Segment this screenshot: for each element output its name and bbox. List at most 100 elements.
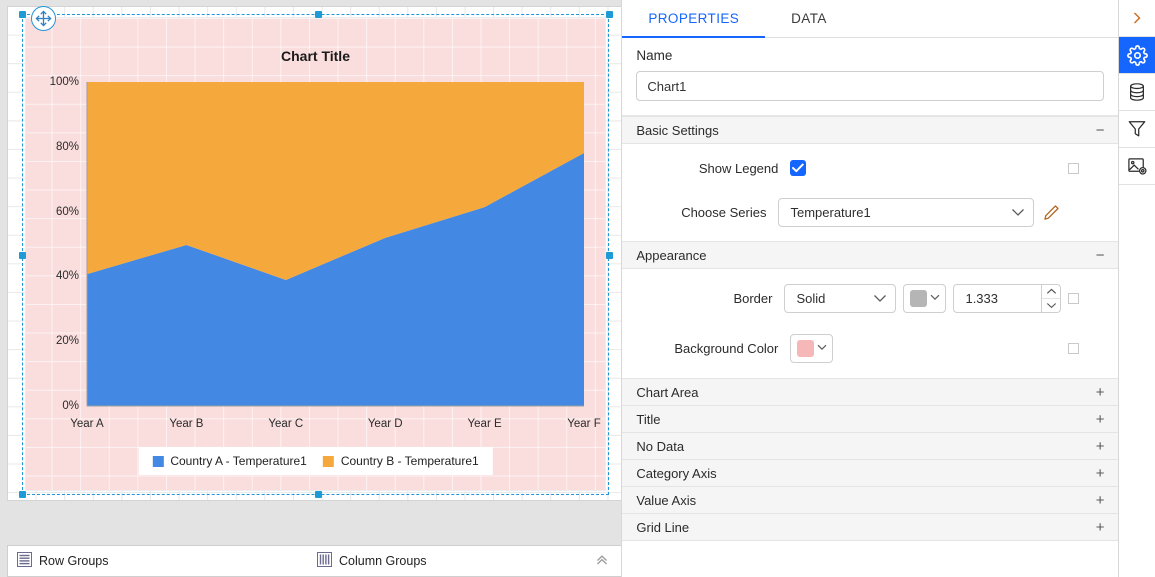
selection-handle-top-right[interactable] xyxy=(606,11,613,18)
rail-filters-button[interactable] xyxy=(1119,111,1155,148)
border-width-input[interactable] xyxy=(954,285,1042,312)
border-color-picker[interactable] xyxy=(903,284,947,313)
check-icon xyxy=(792,163,805,173)
expand-icon[interactable]: + xyxy=(1096,520,1105,535)
chevron-down-icon xyxy=(1011,205,1025,220)
row-groups-panel[interactable]: Row Groups xyxy=(17,552,317,570)
background-color-picker[interactable] xyxy=(790,334,834,363)
border-label: Border xyxy=(733,291,773,306)
section-title: Value Axis xyxy=(636,492,697,508)
section-appearance-title: Appearance xyxy=(636,247,707,263)
border-width-decrement[interactable] xyxy=(1042,299,1060,312)
section-category-axis-header[interactable]: Category Axis + xyxy=(622,460,1119,487)
rail-image-settings-button[interactable] xyxy=(1119,148,1155,185)
background-color-row: Background Color xyxy=(622,334,1104,363)
selection-handle-top-center[interactable] xyxy=(315,11,322,18)
show-legend-expression-toggle[interactable] xyxy=(1067,162,1079,174)
value-axis-tick-label: 60% xyxy=(55,205,79,218)
rail-data-sources-button[interactable] xyxy=(1119,74,1155,111)
section-value-axis-header[interactable]: Value Axis + xyxy=(622,487,1119,514)
section-appearance-header[interactable]: Appearance − xyxy=(622,241,1119,269)
name-label: Name xyxy=(636,48,673,63)
category-axis-tick-label: Year C xyxy=(268,418,304,430)
show-legend-label: Show Legend xyxy=(698,160,779,176)
expand-icon[interactable]: + xyxy=(1096,493,1105,508)
selection-handle-bottom-left[interactable] xyxy=(19,491,26,498)
chevron-down-icon xyxy=(873,291,887,306)
legend-swatch xyxy=(322,455,334,467)
groups-bar: Row Groups Column Groups xyxy=(7,545,622,577)
selection-handle-middle-left[interactable] xyxy=(19,252,26,259)
section-title: Title xyxy=(636,411,661,427)
border-row: Border Solid xyxy=(622,284,1104,313)
move-handle-icon[interactable] xyxy=(31,6,56,31)
column-groups-panel[interactable]: Column Groups xyxy=(317,552,595,570)
funnel-icon xyxy=(1128,121,1146,137)
expand-icon[interactable]: + xyxy=(1096,385,1105,400)
report-designer: Chart Title 0% 20% 40% 60% 80% 100% Year A Year… xyxy=(0,0,1155,577)
chevron-right-icon xyxy=(1134,12,1141,24)
collapse-icon[interactable]: − xyxy=(1096,123,1105,138)
expand-icon[interactable]: + xyxy=(1096,466,1105,481)
section-no-data-header[interactable]: No Data + xyxy=(622,433,1119,460)
selection-handle-bottom-center[interactable] xyxy=(315,491,322,498)
panel-tabs: PROPERTIES DATA xyxy=(622,0,1119,38)
name-input[interactable] xyxy=(636,71,1105,101)
pencil-icon xyxy=(1044,205,1060,220)
gear-icon xyxy=(1126,44,1148,66)
section-grid-line-header[interactable]: Grid Line + xyxy=(622,514,1119,541)
legend-swatch xyxy=(152,455,164,467)
chevron-double-up-icon[interactable] xyxy=(595,553,609,570)
category-axis-tick-label: Year E xyxy=(467,418,502,430)
edit-series-button[interactable] xyxy=(1041,204,1062,221)
legend-label: Country B - Temperature1 xyxy=(340,454,479,468)
expand-icon[interactable]: + xyxy=(1096,412,1105,427)
rail-settings-button[interactable] xyxy=(1119,37,1155,74)
border-width-stepper[interactable] xyxy=(953,284,1062,313)
choose-series-label: Choose Series xyxy=(681,205,767,220)
selection-handle-middle-right[interactable] xyxy=(606,252,613,259)
rows-icon xyxy=(17,552,32,570)
border-style-value: Solid xyxy=(796,291,826,306)
rail-empty-area xyxy=(1119,185,1155,577)
show-legend-row: Show Legend xyxy=(622,160,1104,176)
value-axis-tick-label: 80% xyxy=(55,140,79,153)
legend-entry[interactable]: Country B - Temperature1 xyxy=(322,454,479,468)
section-basic-settings-header[interactable]: Basic Settings − xyxy=(622,116,1119,144)
expand-icon[interactable]: + xyxy=(1096,439,1105,454)
chevron-down-icon xyxy=(930,293,940,304)
section-title-header[interactable]: Title + xyxy=(622,406,1119,433)
collapsed-sections: Chart Area + Title + No Data + Category Axis + V… xyxy=(622,378,1119,541)
value-axis-tick-label: 40% xyxy=(55,270,79,283)
rail-expand-button[interactable] xyxy=(1119,0,1155,37)
database-icon xyxy=(1130,83,1145,101)
tool-rail xyxy=(1118,0,1155,577)
border-width-increment[interactable] xyxy=(1042,285,1061,299)
selection-handle-top-left[interactable] xyxy=(19,11,26,18)
border-style-select[interactable]: Solid xyxy=(784,284,897,313)
legend-entry[interactable]: Country A - Temperature1 xyxy=(152,454,307,468)
section-title: Grid Line xyxy=(636,519,690,535)
section-chart-area-header[interactable]: Chart Area + xyxy=(622,379,1119,406)
chart-legend[interactable]: Country A - Temperature1 Country B - Temp… xyxy=(138,447,493,475)
design-surface[interactable]: Chart Title 0% 20% 40% 60% 80% 100% Year A Year… xyxy=(0,0,622,577)
collapse-icon[interactable]: − xyxy=(1096,248,1105,263)
legend-label: Country A - Temperature1 xyxy=(170,454,307,468)
chart-plot xyxy=(86,82,584,407)
section-basic-settings-title: Basic Settings xyxy=(636,122,719,138)
category-axis-tick-label: Year B xyxy=(169,418,204,430)
border-expression-toggle[interactable] xyxy=(1068,293,1080,304)
tab-properties[interactable]: PROPERTIES xyxy=(622,0,765,38)
chart-report-item[interactable]: Chart Title 0% 20% 40% 60% 80% 100% Year A Year… xyxy=(25,17,606,491)
background-color-swatch xyxy=(797,340,815,357)
border-color-swatch xyxy=(910,290,928,307)
tab-data[interactable]: DATA xyxy=(765,0,853,37)
section-appearance-body: Border Solid 1.333 Background Color xyxy=(622,269,1118,378)
choose-series-select[interactable]: Temperature1 xyxy=(778,198,1035,227)
section-title: Category Axis xyxy=(636,465,717,481)
choose-series-value: Temperature1 xyxy=(790,205,871,220)
show-legend-checkbox[interactable] xyxy=(790,160,807,176)
name-block: Name xyxy=(622,38,1119,116)
background-color-label: Background Color xyxy=(674,341,779,356)
background-color-expression-toggle[interactable] xyxy=(1067,343,1079,354)
